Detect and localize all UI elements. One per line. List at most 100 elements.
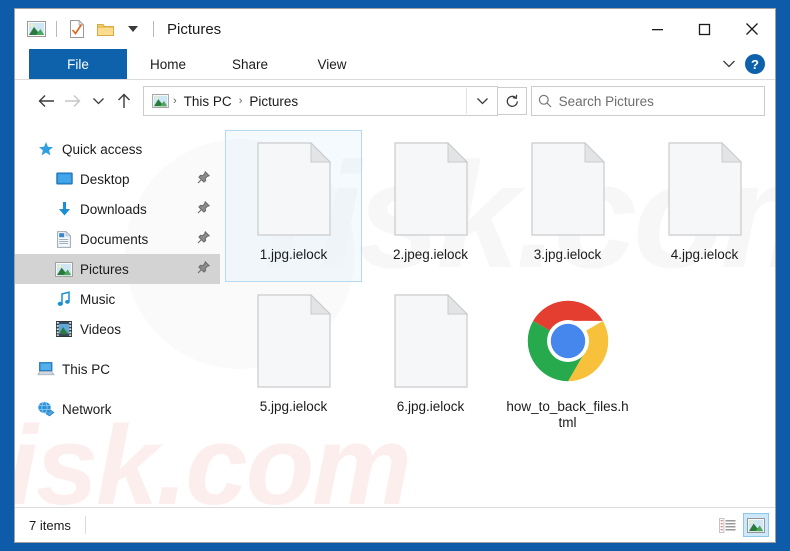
navigation-pane: Quick access Desktop Downloads Documents…	[15, 122, 220, 507]
file-name: 4.jpg.ielock	[670, 247, 739, 262]
view-mode-buttons	[714, 513, 769, 537]
refresh-button[interactable]	[497, 87, 527, 115]
sidebar-item-network[interactable]: Network	[15, 394, 220, 424]
recent-locations-button[interactable]	[85, 87, 111, 115]
main-body: Quick access Desktop Downloads Documents…	[15, 122, 775, 507]
back-button[interactable]	[33, 87, 59, 115]
help-button[interactable]: ?	[745, 54, 765, 74]
file-item[interactable]: 3.jpg.ielock	[499, 130, 636, 282]
breadcrumb-separator-2[interactable]: ›	[237, 95, 245, 107]
sidebar-item-documents[interactable]: Documents	[15, 224, 220, 254]
minimize-button[interactable]	[634, 9, 681, 49]
tab-file[interactable]: File	[29, 49, 127, 79]
file-name: how_to_back_files.html	[506, 399, 629, 430]
breadcrumb-pictures[interactable]: Pictures	[244, 94, 303, 109]
desktop-background: risk.com risk.com	[0, 0, 790, 551]
customize-chevron-icon[interactable]	[120, 16, 146, 42]
generic-file-icon	[663, 139, 747, 239]
this-pc-icon	[37, 360, 55, 378]
pictures-icon	[55, 260, 73, 278]
pin-icon[interactable]	[197, 170, 211, 187]
file-explorer-window: risk.com risk.com	[14, 8, 776, 543]
sidebar-item-downloads[interactable]: Downloads	[15, 194, 220, 224]
sidebar-item-desktop[interactable]: Desktop	[15, 164, 220, 194]
sidebar-item-pictures[interactable]: Pictures	[15, 254, 220, 284]
chrome-icon	[526, 291, 610, 391]
sidebar-label: This PC	[62, 361, 111, 377]
address-bar[interactable]: › This PC › Pictures	[143, 86, 498, 116]
pin-icon[interactable]	[197, 230, 211, 247]
file-item[interactable]: 4.jpg.ielock	[636, 130, 773, 282]
title-bar: Pictures	[15, 9, 775, 49]
window-controls	[634, 9, 775, 49]
sidebar-gap-2	[15, 384, 220, 394]
tab-share[interactable]: Share	[209, 49, 291, 79]
forward-button[interactable]	[59, 87, 85, 115]
file-item[interactable]: 2.jpeg.ielock	[362, 130, 499, 282]
toolbar-divider	[56, 21, 57, 37]
videos-icon	[55, 320, 73, 338]
download-icon	[55, 200, 73, 218]
sidebar-label: Desktop	[80, 171, 130, 187]
breadcrumb-this-pc[interactable]: This PC	[179, 94, 237, 109]
sidebar-label: Videos	[80, 321, 122, 337]
ribbon-tab-bar: File Home Share View ?	[15, 49, 775, 80]
pictures-folder-icon[interactable]	[23, 16, 49, 42]
file-item[interactable]: 6.jpg.ielock	[362, 282, 499, 434]
sidebar-label: Quick access	[62, 141, 143, 157]
quick-access-toolbar	[15, 16, 159, 42]
search-input[interactable]	[558, 93, 764, 109]
search-box[interactable]	[531, 86, 765, 116]
sidebar-gap-1	[15, 344, 220, 354]
desktop-icon	[55, 170, 73, 188]
tab-view[interactable]: View	[291, 49, 373, 79]
maximize-button[interactable]	[681, 9, 728, 49]
file-grid: 1.jpg.ielock 2.jpeg.ielock 3.jpg.ielock …	[225, 130, 775, 434]
sidebar-item-this-pc[interactable]: This PC	[15, 354, 220, 384]
search-icon	[532, 94, 559, 108]
toolbar-divider-2	[153, 21, 154, 37]
sidebar-label: Music	[80, 291, 116, 307]
breadcrumb: › This PC › Pictures	[144, 94, 466, 109]
new-folder-icon[interactable]	[92, 16, 118, 42]
music-icon	[55, 290, 73, 308]
file-name: 6.jpg.ielock	[396, 399, 465, 414]
status-divider	[84, 516, 86, 534]
properties-icon[interactable]	[64, 16, 90, 42]
status-bar: 7 items	[15, 507, 775, 542]
file-item[interactable]: how_to_back_files.html	[499, 282, 636, 434]
sidebar-label: Documents	[80, 231, 149, 247]
sidebar-item-quick-access[interactable]: Quick access	[15, 134, 220, 164]
up-button[interactable]	[111, 87, 137, 115]
details-view-button[interactable]	[714, 513, 740, 537]
address-dropdown-button[interactable]	[466, 88, 497, 114]
sidebar-item-videos[interactable]: Videos	[15, 314, 220, 344]
file-name: 5.jpg.ielock	[259, 399, 328, 414]
generic-file-icon	[252, 139, 336, 239]
network-icon	[37, 400, 55, 418]
pin-icon[interactable]	[197, 200, 211, 217]
ribbon-right-controls: ?	[717, 49, 775, 79]
generic-file-icon	[252, 291, 336, 391]
content-pane[interactable]: 1.jpg.ielock 2.jpeg.ielock 3.jpg.ielock …	[220, 122, 775, 507]
file-name: 1.jpg.ielock	[259, 247, 328, 262]
large-icons-view-button[interactable]	[743, 513, 769, 537]
file-item[interactable]: 1.jpg.ielock	[225, 130, 362, 282]
close-button[interactable]	[728, 9, 775, 49]
sidebar-label: Network	[62, 401, 112, 417]
address-bar-row: › This PC › Pictures	[15, 80, 775, 122]
generic-file-icon	[389, 291, 473, 391]
generic-file-icon	[526, 139, 610, 239]
file-name: 3.jpg.ielock	[533, 247, 602, 262]
file-item[interactable]: 5.jpg.ielock	[225, 282, 362, 434]
window-title: Pictures	[167, 20, 222, 38]
sidebar-label: Downloads	[80, 201, 147, 217]
tab-home[interactable]: Home	[127, 49, 209, 79]
pin-icon[interactable]	[197, 260, 211, 277]
breadcrumb-pictures-icon[interactable]	[152, 94, 169, 108]
star-icon	[37, 140, 55, 158]
chevron-down-icon[interactable]	[717, 53, 741, 75]
breadcrumb-separator-1[interactable]: ›	[171, 95, 179, 107]
sidebar-item-music[interactable]: Music	[15, 284, 220, 314]
documents-icon	[55, 230, 73, 248]
